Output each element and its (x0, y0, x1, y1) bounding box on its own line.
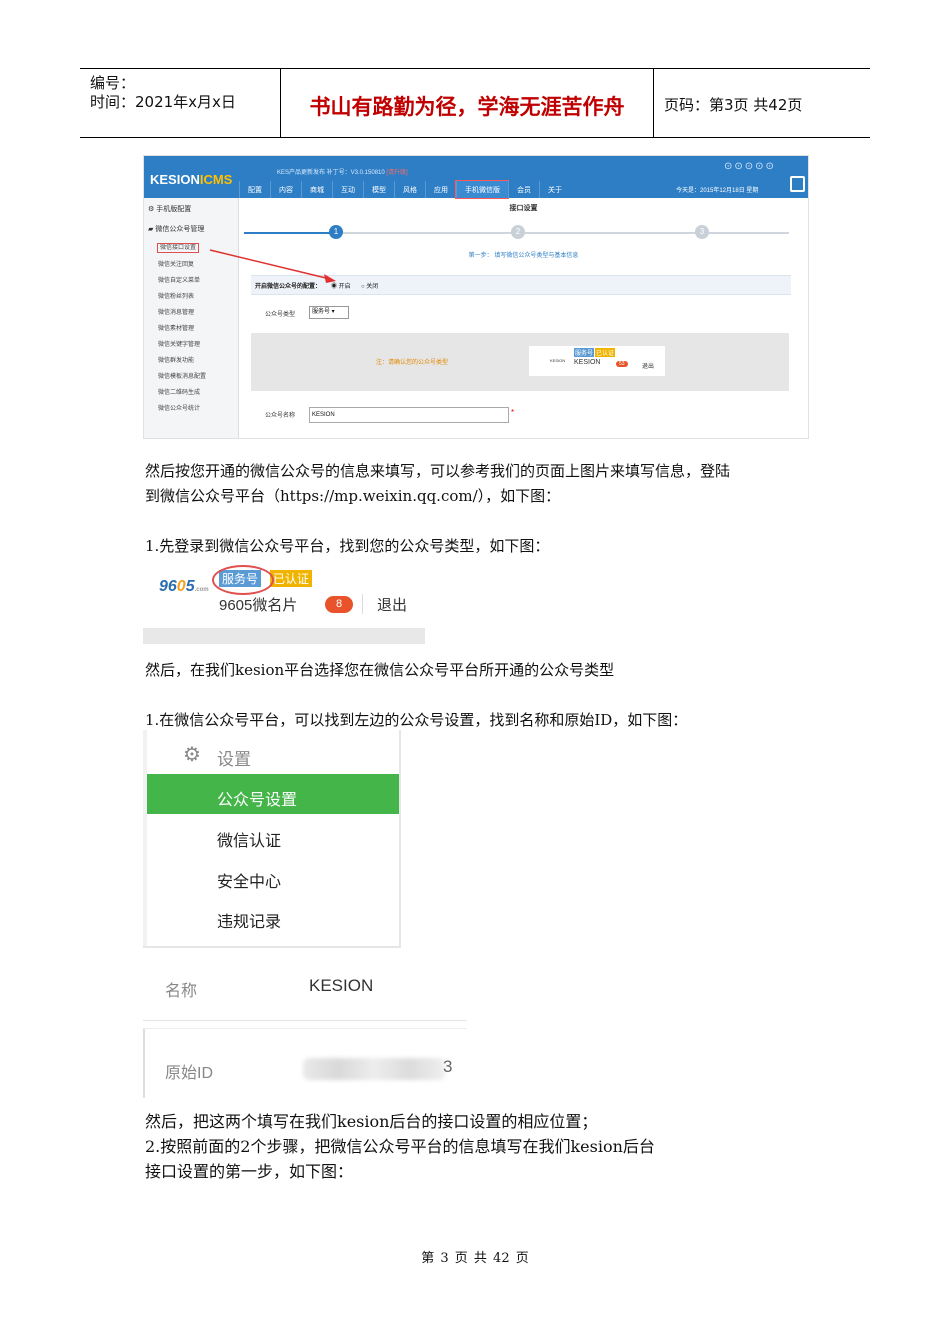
arrow-line (209, 249, 331, 280)
number-label: 编号： (90, 74, 136, 92)
left-border (143, 1029, 145, 1098)
page-label: 页码：第3页 共42页 (664, 96, 803, 114)
wechat-settings-menu: ⚙ 设置 公众号设置 微信认证 安全中心 违规记录 (143, 730, 401, 948)
highlight-ring (212, 565, 274, 595)
paragraph: 1.先登录到微信公众号平台，找到您的公众号类型，如下图： (145, 537, 550, 555)
paragraph: 然后，把这两个填写在我们kesion后台的接口设置的相应位置； (145, 1112, 598, 1131)
cms-screenshot: KESIONICMS KES产品更新发布 补丁号：V3.0.150810 [请升… (143, 155, 809, 439)
original-id-tail: 3 (443, 1057, 453, 1076)
name-label: 名称 (165, 983, 198, 1000)
settings-header: 设置 (217, 750, 251, 769)
paragraph: 1.在微信公众号平台，可以找到左边的公众号设置，找到名称和原始ID，如下图： (145, 711, 688, 729)
badge-verified: 已认证 (270, 570, 313, 587)
account-logo: 9605.com (159, 578, 209, 595)
wechat-account-info: 名称 KESION 原始ID 3 (143, 960, 467, 1098)
menu-item-security[interactable]: 安全中心 (217, 868, 281, 892)
time-label: 时间：2021年x月x日 (90, 93, 236, 111)
page-header-table: 编号： 时间：2021年x月x日 书山有路勤为径，学海无涯苦作舟 页码：第3页 … (80, 68, 870, 138)
original-id-label: 原始ID (165, 1065, 214, 1082)
message-count-badge: 8 (325, 596, 353, 613)
divider (362, 594, 363, 614)
arrow-head (324, 274, 336, 283)
motto: 书山有路勤为径，学海无涯苦作舟 (309, 94, 625, 119)
divider (143, 1028, 467, 1029)
blurred-id (303, 1058, 445, 1080)
menu-left-edge (143, 730, 147, 946)
header-right-cell: 页码：第3页 共42页 (654, 69, 870, 137)
account-name: 9605微名片 (219, 597, 298, 614)
header-center-cell: 书山有路勤为径，学海无涯苦作舟 (281, 69, 654, 137)
logout-link[interactable]: 退出 (377, 594, 407, 615)
name-value: KESION (309, 976, 374, 995)
paragraph: 接口设置的第一步，如下图： (145, 1162, 354, 1181)
page-footer: 第 3 页 共 42 页 (421, 1251, 529, 1266)
divider (143, 1020, 467, 1021)
paragraph: 2.按照前面的2个步骤，把微信公众号平台的信息填写在我们kesion后台 (145, 1137, 655, 1156)
wechat-account-screenshot: 9605.com 服务号 已认证 9605微名片 8 退出 (143, 558, 425, 644)
paragraph: 然后按您开通的微信公众号的信息来填写，可以参考我们的页面上图片来填写信息，登陆 (145, 462, 731, 480)
red-arrow (209, 249, 336, 283)
menu-item-verification[interactable]: 微信认证 (217, 827, 281, 851)
paragraph: 到微信公众号平台（https://mp.weixin.qq.com/），如下图： (145, 487, 561, 505)
paragraph: 然后，在我们kesion平台选择您在微信公众号平台所开通的公众号类型 (145, 661, 615, 679)
menu-item-account-settings[interactable]: 公众号设置 (217, 786, 297, 810)
header-left-cell: 编号： 时间：2021年x月x日 (80, 69, 281, 137)
gear-icon: ⚙ (183, 744, 201, 766)
grey-bar (143, 628, 425, 644)
menu-item-violations[interactable]: 违规记录 (217, 908, 281, 932)
